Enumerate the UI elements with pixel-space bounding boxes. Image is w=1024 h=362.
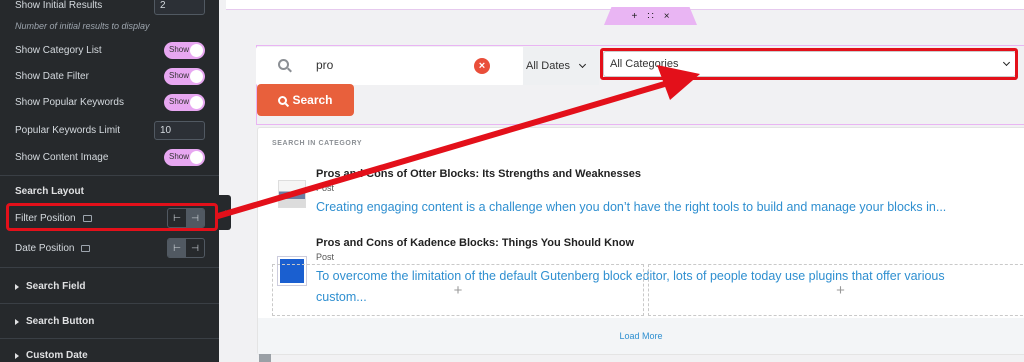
add-section-icon[interactable]: + (631, 11, 637, 22)
search-button[interactable]: Search (257, 84, 354, 116)
toggle-knob (190, 96, 203, 109)
show-popular-keywords-row: Show Popular Keywords Show (15, 94, 205, 111)
show-content-image-row: Show Content Image Show (15, 149, 205, 166)
result-excerpt[interactable]: Creating engaging content is a challenge… (316, 197, 996, 218)
clear-icon[interactable]: × (474, 58, 490, 74)
result-type: Post (316, 252, 335, 262)
search-field[interactable]: pro × (256, 47, 524, 85)
plus-icon: + (836, 281, 845, 299)
show-date-filter-toggle[interactable]: Show (164, 68, 205, 85)
divider (0, 303, 219, 304)
toggle-text: Show (169, 45, 190, 54)
accordion-label: Custom Date (26, 350, 88, 361)
date-filter-select[interactable]: All Dates (523, 47, 599, 85)
show-category-list-row: Show Category List Show (15, 42, 205, 59)
popular-keywords-limit-input[interactable]: 10 (154, 121, 205, 140)
show-date-filter-row: Show Date Filter Show (15, 68, 205, 85)
date-filter-value: All Dates (526, 60, 571, 72)
show-content-image-toggle[interactable]: Show (164, 149, 205, 166)
show-content-image-label: Show Content Image (15, 152, 109, 163)
annotation-highlight-filter-position (6, 203, 218, 231)
accordion-label: Search Field (26, 281, 86, 292)
search-icon (278, 95, 288, 105)
plus-icon: + (453, 281, 463, 299)
result-thumbnail (278, 180, 306, 208)
toggle-text: Show (169, 152, 190, 161)
date-position-label-wrap: Date Position (15, 242, 91, 254)
date-position-row: Date Position ⊢ ⊣ (15, 238, 205, 258)
search-layout-heading: Search Layout (15, 186, 84, 197)
show-initial-results-input[interactable]: 2 (154, 0, 205, 15)
section-handle: + ∷ × (604, 7, 697, 25)
accordion-search-field[interactable]: Search Field (15, 281, 85, 292)
accordion-label: Search Button (26, 316, 95, 327)
annotation-highlight-category (600, 48, 1018, 80)
initial-results-hint: Number of initial results to display (15, 21, 150, 31)
chevron-down-icon (578, 60, 587, 69)
result-title[interactable]: Pros and Cons of Otter Blocks: Its Stren… (316, 168, 641, 180)
accordion-custom-date[interactable]: Custom Date (15, 350, 88, 361)
desktop-icon[interactable] (81, 244, 91, 252)
date-position-left-button[interactable]: ⊢ (168, 239, 186, 257)
show-date-filter-label: Show Date Filter (15, 71, 89, 82)
empty-column-placeholder[interactable]: + (648, 264, 1024, 316)
result-type: Post (316, 183, 335, 193)
show-initial-results-label: Show Initial Results (15, 0, 103, 11)
panel-collapse-toggle[interactable]: ‹ (219, 195, 231, 230)
show-popular-keywords-label: Show Popular Keywords (15, 97, 124, 108)
caret-right-icon (15, 352, 19, 359)
date-position-label: Date Position (15, 242, 75, 254)
divider (0, 175, 219, 176)
empty-column-placeholder[interactable]: + (272, 264, 644, 316)
toggle-knob (190, 151, 203, 164)
toggle-text: Show (169, 97, 190, 106)
drag-section-icon[interactable]: ∷ (647, 11, 653, 22)
search-input-value[interactable]: pro (316, 58, 333, 72)
toggle-knob (190, 44, 203, 57)
widget-corner-marker (259, 354, 271, 362)
result-item[interactable]: Pros and Cons of Otter Blocks: Its Stren… (278, 168, 1014, 228)
close-section-icon[interactable]: × (664, 11, 670, 22)
show-category-list-toggle[interactable]: Show (164, 42, 205, 59)
date-position-right-button[interactable]: ⊣ (186, 239, 204, 257)
date-position-choices: ⊢ ⊣ (167, 238, 205, 258)
toggle-knob (190, 70, 203, 83)
result-title[interactable]: Pros and Cons of Kadence Blocks: Things … (316, 237, 634, 249)
popular-keywords-limit-row: Popular Keywords Limit 10 (15, 121, 205, 140)
caret-right-icon (15, 318, 19, 325)
accordion-search-button[interactable]: Search Button (15, 316, 94, 327)
show-category-list-label: Show Category List (15, 45, 102, 56)
toggle-text: Show (169, 71, 190, 80)
settings-panel: Show Initial Results 2 Number of initial… (0, 0, 219, 362)
caret-right-icon (15, 283, 19, 290)
show-initial-results-row: Show Initial Results 2 (15, 0, 205, 15)
load-more-button[interactable]: Load More (258, 318, 1024, 354)
results-dropdown: SEARCH IN CATEGORY Pros and Cons of Otte… (257, 127, 1024, 355)
popular-keywords-limit-label: Popular Keywords Limit (15, 125, 121, 136)
show-popular-keywords-toggle[interactable]: Show (164, 94, 205, 111)
search-icon (278, 59, 289, 70)
divider (0, 338, 219, 339)
search-button-label: Search (292, 93, 333, 107)
divider (0, 267, 219, 268)
results-heading: SEARCH IN CATEGORY (272, 140, 363, 147)
